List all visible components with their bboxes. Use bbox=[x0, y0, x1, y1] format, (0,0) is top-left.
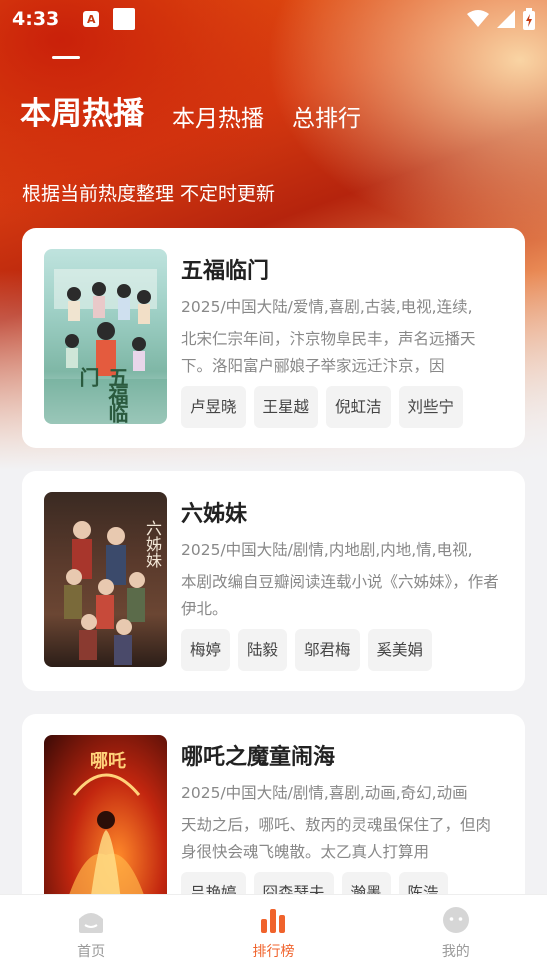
poster-image: 哪吒 bbox=[44, 735, 167, 910]
ranking-subtitle: 根据当前热度整理 不定时更新 bbox=[22, 183, 276, 205]
nav-home-label: 首页 bbox=[77, 944, 106, 960]
show-meta: 2025/中国大陆/爱情,喜剧,古装,电视,连续, bbox=[181, 298, 473, 316]
tab-indicator bbox=[52, 56, 80, 59]
show-description: 北宋仁宗年间，汴京物阜民丰，声名远播天下。洛阳富户郦娘子举家远迁汴京，因 bbox=[181, 330, 476, 375]
poster-image: 五福临门 bbox=[44, 249, 167, 424]
poster-image: 六姊妹 bbox=[44, 492, 167, 667]
profile-face-icon bbox=[442, 907, 469, 933]
cast-tag[interactable]: 奚美娟 bbox=[367, 629, 433, 671]
poster-art bbox=[64, 521, 145, 665]
show-description: 天劫之后，哪吒、敖丙的灵魂虽保住了，但肉身很快会魂飞魄散。太乙真人打算用 bbox=[181, 816, 492, 861]
poster-title: 哪吒 bbox=[90, 751, 126, 772]
tab-all-time[interactable]: 总排行 bbox=[292, 99, 361, 133]
cast-tags: 卢昱晓 王星越 倪虹洁 刘些宁 bbox=[181, 386, 464, 428]
tab-this-month[interactable]: 本月热播 bbox=[172, 99, 264, 133]
notification-a-icon: A bbox=[83, 11, 100, 27]
notification-square-icon bbox=[113, 8, 136, 30]
signal-icon bbox=[497, 10, 515, 28]
cast-tag[interactable]: 陆毅 bbox=[238, 629, 288, 671]
wifi-icon bbox=[467, 10, 489, 27]
nav-ranking-label: 排行榜 bbox=[252, 944, 295, 960]
status-time: 4:33 bbox=[12, 8, 60, 30]
nav-home[interactable]: 首页 bbox=[0, 895, 182, 972]
nav-ranking[interactable]: 排行榜 bbox=[182, 895, 364, 972]
show-title: 哪吒之魔童闹海 bbox=[181, 745, 336, 770]
cast-tag[interactable]: 卢昱晓 bbox=[181, 386, 246, 428]
nav-profile[interactable]: 我的 bbox=[365, 895, 547, 972]
show-title: 六姊妹 bbox=[181, 502, 248, 527]
bottom-navigation: 首页 排行榜 我的 bbox=[0, 894, 547, 972]
poster-title: 五福临门 bbox=[76, 367, 129, 421]
cast-tag[interactable]: 王星越 bbox=[253, 386, 319, 428]
bar-chart-icon bbox=[261, 909, 286, 933]
cast-tags: 梅婷 陆毅 邬君梅 奚美娟 bbox=[181, 629, 433, 671]
ranking-card[interactable]: 五福临门 五福临门 2025/中国大陆/爱情,喜剧,古装,电视,连续, 北宋仁宗… bbox=[22, 228, 525, 448]
show-meta: 2025/中国大陆/剧情,喜剧,动画,奇幻,动画 bbox=[181, 784, 468, 802]
cast-tag[interactable]: 梅婷 bbox=[181, 629, 231, 671]
nav-profile-label: 我的 bbox=[441, 944, 470, 960]
poster-title: 六姊妹 bbox=[143, 520, 162, 568]
ranking-tabs: 本周热播 本月热播 总排行 bbox=[20, 88, 361, 133]
battery-charging-icon bbox=[523, 8, 535, 30]
show-title: 五福临门 bbox=[181, 259, 270, 284]
cast-tag[interactable]: 刘些宁 bbox=[398, 386, 464, 428]
tab-this-week[interactable]: 本周热播 bbox=[20, 88, 144, 133]
status-bar: 4:33 A bbox=[0, 0, 547, 38]
show-meta: 2025/中国大陆/剧情,内地剧,内地,情,电视, bbox=[181, 541, 473, 559]
show-description: 本剧改编自豆瓣阅读连载小说《六姊妹》，作者伊北。 bbox=[181, 573, 499, 618]
cast-tag[interactable]: 邬君梅 bbox=[295, 629, 360, 671]
ranking-card[interactable]: 六姊妹 六姊妹 2025/中国大陆/剧情,内地剧,内地,情,电视, 本剧改编自豆… bbox=[22, 471, 525, 691]
cast-tag[interactable]: 倪虹洁 bbox=[326, 386, 391, 428]
home-icon bbox=[79, 913, 104, 933]
